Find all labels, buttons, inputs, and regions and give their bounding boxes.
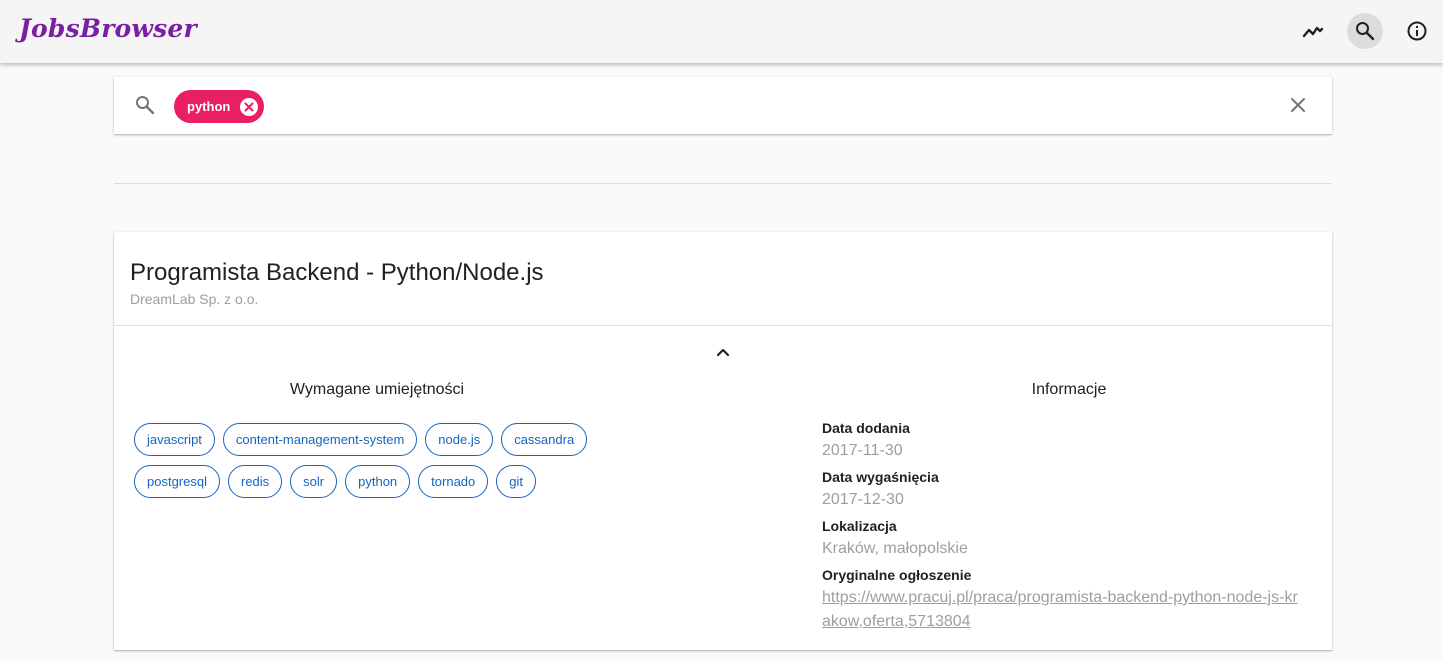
info-heading: Informacje	[1031, 381, 1107, 398]
info-icon	[1407, 21, 1427, 41]
card-divider	[114, 325, 1332, 326]
skill-chip[interactable]: postgresql	[134, 465, 220, 498]
skill-chip[interactable]: solr	[290, 465, 338, 498]
location-value: Kraków, małopolskie	[822, 540, 968, 557]
search-chip-python[interactable]: python	[174, 90, 265, 123]
location-label: Lokalizacja	[822, 518, 897, 534]
divider	[114, 183, 1332, 184]
skill-chip[interactable]: redis	[227, 465, 283, 498]
skill-chip[interactable]: tornado	[418, 465, 489, 498]
statistics-button[interactable]	[1295, 13, 1331, 49]
expiry-label: Data wygaśnięcia	[822, 469, 939, 485]
collapse-button[interactable]	[711, 340, 735, 364]
skill-chip[interactable]: cassandra	[501, 423, 588, 456]
chevron-up-icon	[716, 348, 730, 357]
expiry-value: 2017-12-30	[822, 491, 904, 508]
skill-chip[interactable]: git	[496, 465, 536, 498]
job-title: Programista Backend - Python/Node.js	[130, 259, 544, 286]
app-bar: JobsBrowser	[0, 0, 1443, 63]
date-added-label: Data dodania	[822, 420, 910, 436]
original-offer-link[interactable]: https://www.pracuj.pl/praca/programista-…	[822, 586, 1302, 634]
info-panel: Data dodania 2017-11-30 Data wygaśnięcia…	[822, 418, 1312, 634]
date-added-value: 2017-11-30	[822, 442, 903, 459]
trending-icon	[1302, 26, 1324, 38]
close-circle-icon	[240, 97, 259, 116]
skill-chip[interactable]: content-management-system	[222, 423, 418, 456]
job-card: Programista Backend - Python/Node.js Dre…	[114, 232, 1332, 650]
search-button[interactable]	[1347, 13, 1383, 49]
skills-heading: Wymagane umiejętności	[289, 381, 465, 398]
app-logo[interactable]: JobsBrowser	[19, 14, 197, 43]
job-company: DreamLab Sp. z o.o.	[130, 291, 259, 307]
chip-label: python	[187, 99, 231, 114]
search-icon	[136, 96, 155, 115]
info-button[interactable]	[1399, 13, 1435, 49]
clear-search-button[interactable]	[1286, 93, 1310, 117]
skill-chip[interactable]: javascript	[134, 423, 215, 456]
skill-chip[interactable]: node.js	[425, 423, 494, 456]
search-bar: python	[114, 77, 1332, 134]
skill-chip[interactable]: python	[345, 465, 411, 498]
original-offer-label: Oryginalne ogłoszenie	[822, 567, 972, 583]
skills-list: javascript content-management-system nod…	[134, 423, 654, 498]
chip-remove-button[interactable]	[239, 97, 259, 117]
search-icon	[1356, 22, 1375, 41]
